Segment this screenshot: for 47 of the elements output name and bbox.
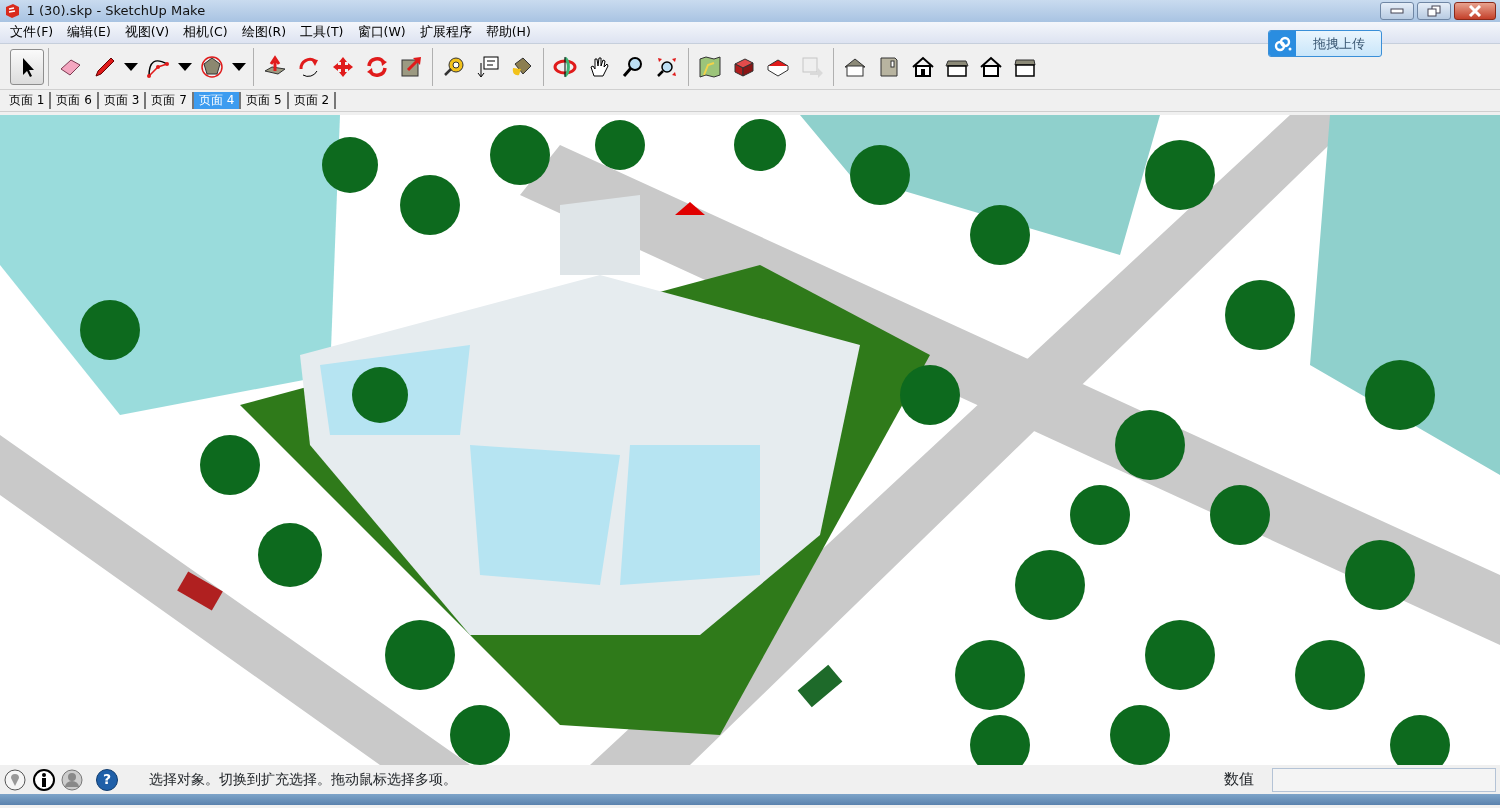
minimize-icon (1389, 8, 1404, 14)
house-icon (911, 54, 935, 79)
restore-button[interactable] (1416, 2, 1451, 20)
menu-item[interactable]: 帮助(H) (478, 21, 538, 44)
rotate-icon (365, 54, 389, 79)
house-icon (979, 54, 1003, 79)
menu-item[interactable]: 文件(F) (3, 21, 61, 44)
menu-item[interactable]: 窗口(W) (350, 21, 413, 44)
restore-icon (1426, 5, 1441, 17)
caret-icon (232, 62, 246, 71)
orbit-icon (553, 54, 577, 79)
map-icon (698, 54, 722, 79)
polygon-icon (200, 54, 224, 79)
info-icon (32, 768, 55, 791)
label-icon (476, 54, 500, 79)
measurements-label: 数值 (1223, 769, 1254, 791)
scale-icon (399, 54, 423, 79)
menu-item[interactable]: 视图(V) (117, 21, 177, 44)
panel-icon (877, 54, 901, 79)
measurements-field[interactable] (1272, 767, 1496, 792)
location-pin-icon (4, 768, 26, 791)
status-message: 选择对象。切换到扩充选择。拖动鼠标选择多项。 (148, 770, 457, 789)
user-icon (61, 768, 83, 791)
help-icon[interactable]: ? (96, 768, 118, 791)
scene-tab[interactable]: 页面 1 (4, 92, 52, 109)
scene-tab[interactable]: 页面 2 (288, 92, 337, 109)
menu-item[interactable]: 相机(C) (176, 21, 235, 44)
app-logo-icon (4, 3, 20, 19)
minimize-button[interactable] (1379, 2, 1414, 20)
zoom-icon (621, 54, 645, 79)
cloud-link-icon (1273, 35, 1292, 52)
close-button[interactable] (1454, 2, 1496, 20)
menu-item[interactable]: 编辑(E) (60, 21, 118, 44)
caret-icon (178, 62, 192, 71)
hand-icon (587, 54, 611, 79)
scene-tab[interactable]: 页面 6 (51, 92, 99, 109)
menu-item[interactable]: 扩展程序 (412, 21, 479, 44)
export-icon (800, 54, 824, 79)
upload-button[interactable]: 拖拽上传 (1268, 30, 1382, 57)
close-icon (1468, 5, 1482, 17)
caret-icon (124, 62, 138, 71)
window-title: 1 (30).skp - SketchUp Make (26, 2, 206, 21)
scene-tab[interactable]: 页面 3 (98, 92, 147, 109)
tool-button[interactable] (10, 48, 44, 85)
scene-tab[interactable]: 页面 5 (241, 92, 289, 109)
menu-item[interactable]: 绘图(R) (234, 21, 294, 44)
menu-item[interactable]: 工具(T) (293, 21, 351, 44)
